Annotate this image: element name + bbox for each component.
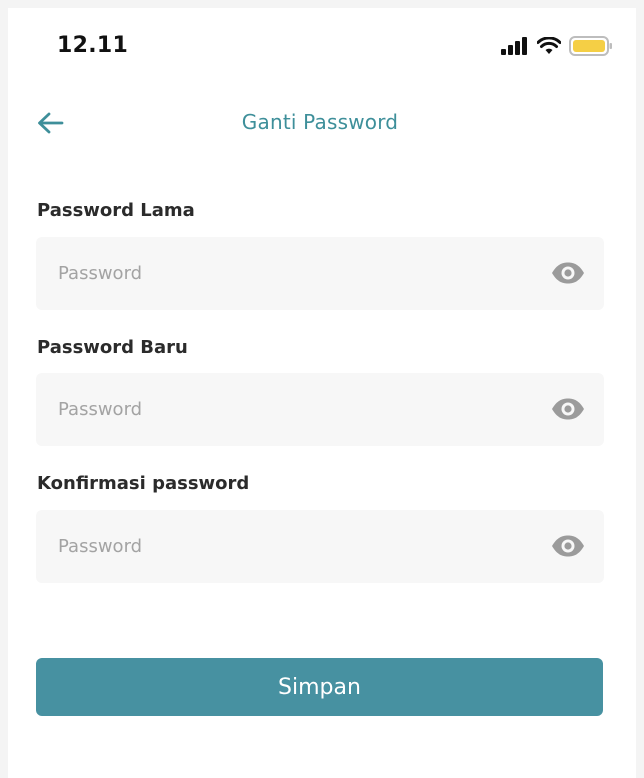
eye-icon <box>552 398 584 420</box>
confirm-password-field <box>36 510 604 583</box>
new-password-field <box>36 373 604 446</box>
eye-icon <box>552 535 584 557</box>
old-password-input[interactable] <box>58 237 528 310</box>
save-button[interactable]: Simpan <box>36 658 603 716</box>
old-password-label: Password Lama <box>37 200 195 221</box>
old-password-visibility-toggle[interactable] <box>550 259 586 287</box>
confirm-password-visibility-toggle[interactable] <box>550 532 586 560</box>
battery-icon <box>569 36 612 56</box>
new-password-input[interactable] <box>58 373 528 446</box>
eye-icon <box>552 262 584 284</box>
status-time: 12.11 <box>57 33 129 58</box>
wifi-icon <box>537 37 561 54</box>
page-title: Ganti Password <box>241 110 399 134</box>
signal-icon <box>501 37 527 55</box>
new-password-visibility-toggle[interactable] <box>550 395 586 423</box>
confirm-password-input[interactable] <box>58 510 528 583</box>
status-icons <box>501 36 613 56</box>
old-password-field <box>36 237 604 310</box>
confirm-password-label: Konfirmasi password <box>37 473 250 494</box>
app-screen: 12.11 Ganti Password Password Lama Passw… <box>8 8 636 778</box>
new-password-label: Password Baru <box>37 337 188 358</box>
